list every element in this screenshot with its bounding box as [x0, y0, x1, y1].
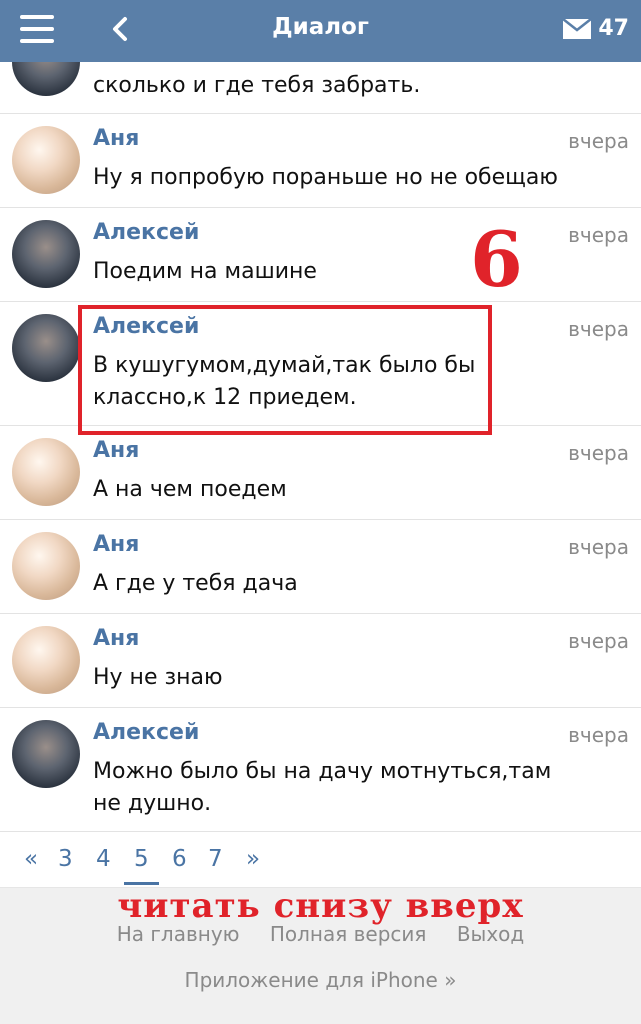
- alexey-avatar[interactable]: [12, 220, 80, 288]
- message-text: сколько и где тебя забрать.: [93, 73, 421, 98]
- iphone-app-link[interactable]: Приложение для iPhone »: [0, 968, 641, 992]
- message-text: А на чем поедем: [93, 477, 287, 502]
- message-time: вчера: [568, 723, 629, 747]
- anya-avatar[interactable]: [12, 532, 80, 600]
- page-link-5-active[interactable]: 5: [124, 846, 159, 885]
- annotation-number: 6: [470, 215, 523, 304]
- message-row[interactable]: Аня вчера Ну не знаю: [0, 614, 641, 708]
- message-author[interactable]: Алексей: [93, 720, 199, 745]
- message-time: вчера: [568, 629, 629, 653]
- message-author[interactable]: Аня: [93, 126, 139, 151]
- message-text: Ну я попробую пораньше но не обещаю: [93, 165, 558, 190]
- message-row[interactable]: Аня вчера А где у тебя дача: [0, 520, 641, 614]
- page-prev-link[interactable]: «: [24, 846, 38, 872]
- message-author[interactable]: Алексей: [93, 220, 199, 245]
- message-row[interactable]: Алексей вчера Поедим на машине: [0, 208, 641, 302]
- message-text: А где у тебя дача: [93, 571, 298, 596]
- list-item: сколько и где тебя забрать.: [0, 62, 641, 114]
- message-time: вчера: [568, 441, 629, 465]
- mail-count-badge: 47: [598, 16, 629, 41]
- message-time: вчера: [568, 223, 629, 247]
- message-author[interactable]: Аня: [93, 626, 139, 651]
- page-next-link[interactable]: »: [246, 846, 260, 872]
- message-row[interactable]: Аня вчера А на чем поедем: [0, 426, 641, 520]
- page-link-4[interactable]: 4: [96, 846, 111, 872]
- message-time: вчера: [568, 535, 629, 559]
- anya-avatar[interactable]: [12, 438, 80, 506]
- alexey-avatar[interactable]: [12, 720, 80, 788]
- message-time: вчера: [568, 129, 629, 153]
- page-title: Диалог: [272, 14, 369, 40]
- pagination: « 3 4 5 6 7 »: [0, 832, 641, 888]
- app-header: Диалог 47: [0, 0, 641, 62]
- envelope-icon: [562, 17, 593, 39]
- message-text: Поедим на машине: [93, 259, 317, 284]
- message-text: Можно было бы на дачу мотнуться,там не д…: [93, 759, 552, 816]
- page-link-3[interactable]: 3: [58, 846, 73, 872]
- page-link-7[interactable]: 7: [208, 846, 223, 872]
- message-row[interactable]: Алексей вчера Можно было бы на дачу мотн…: [0, 708, 641, 832]
- alexey-avatar[interactable]: [12, 62, 80, 96]
- message-author[interactable]: Аня: [93, 438, 139, 463]
- message-text: Ну не знаю: [93, 665, 223, 690]
- anya-avatar[interactable]: [12, 626, 80, 694]
- message-author[interactable]: Аня: [93, 532, 139, 557]
- mail-button[interactable]: 47: [562, 16, 629, 41]
- message-time: вчера: [568, 317, 629, 341]
- message-row[interactable]: Аня вчера Ну я попробую пораньше но не о…: [0, 114, 641, 208]
- page-link-6[interactable]: 6: [172, 846, 187, 872]
- anya-avatar[interactable]: [12, 126, 80, 194]
- annotation-caption: читать снизу вверх: [117, 886, 524, 926]
- alexey-avatar[interactable]: [12, 314, 80, 382]
- highlight-box-annotation: [78, 305, 492, 435]
